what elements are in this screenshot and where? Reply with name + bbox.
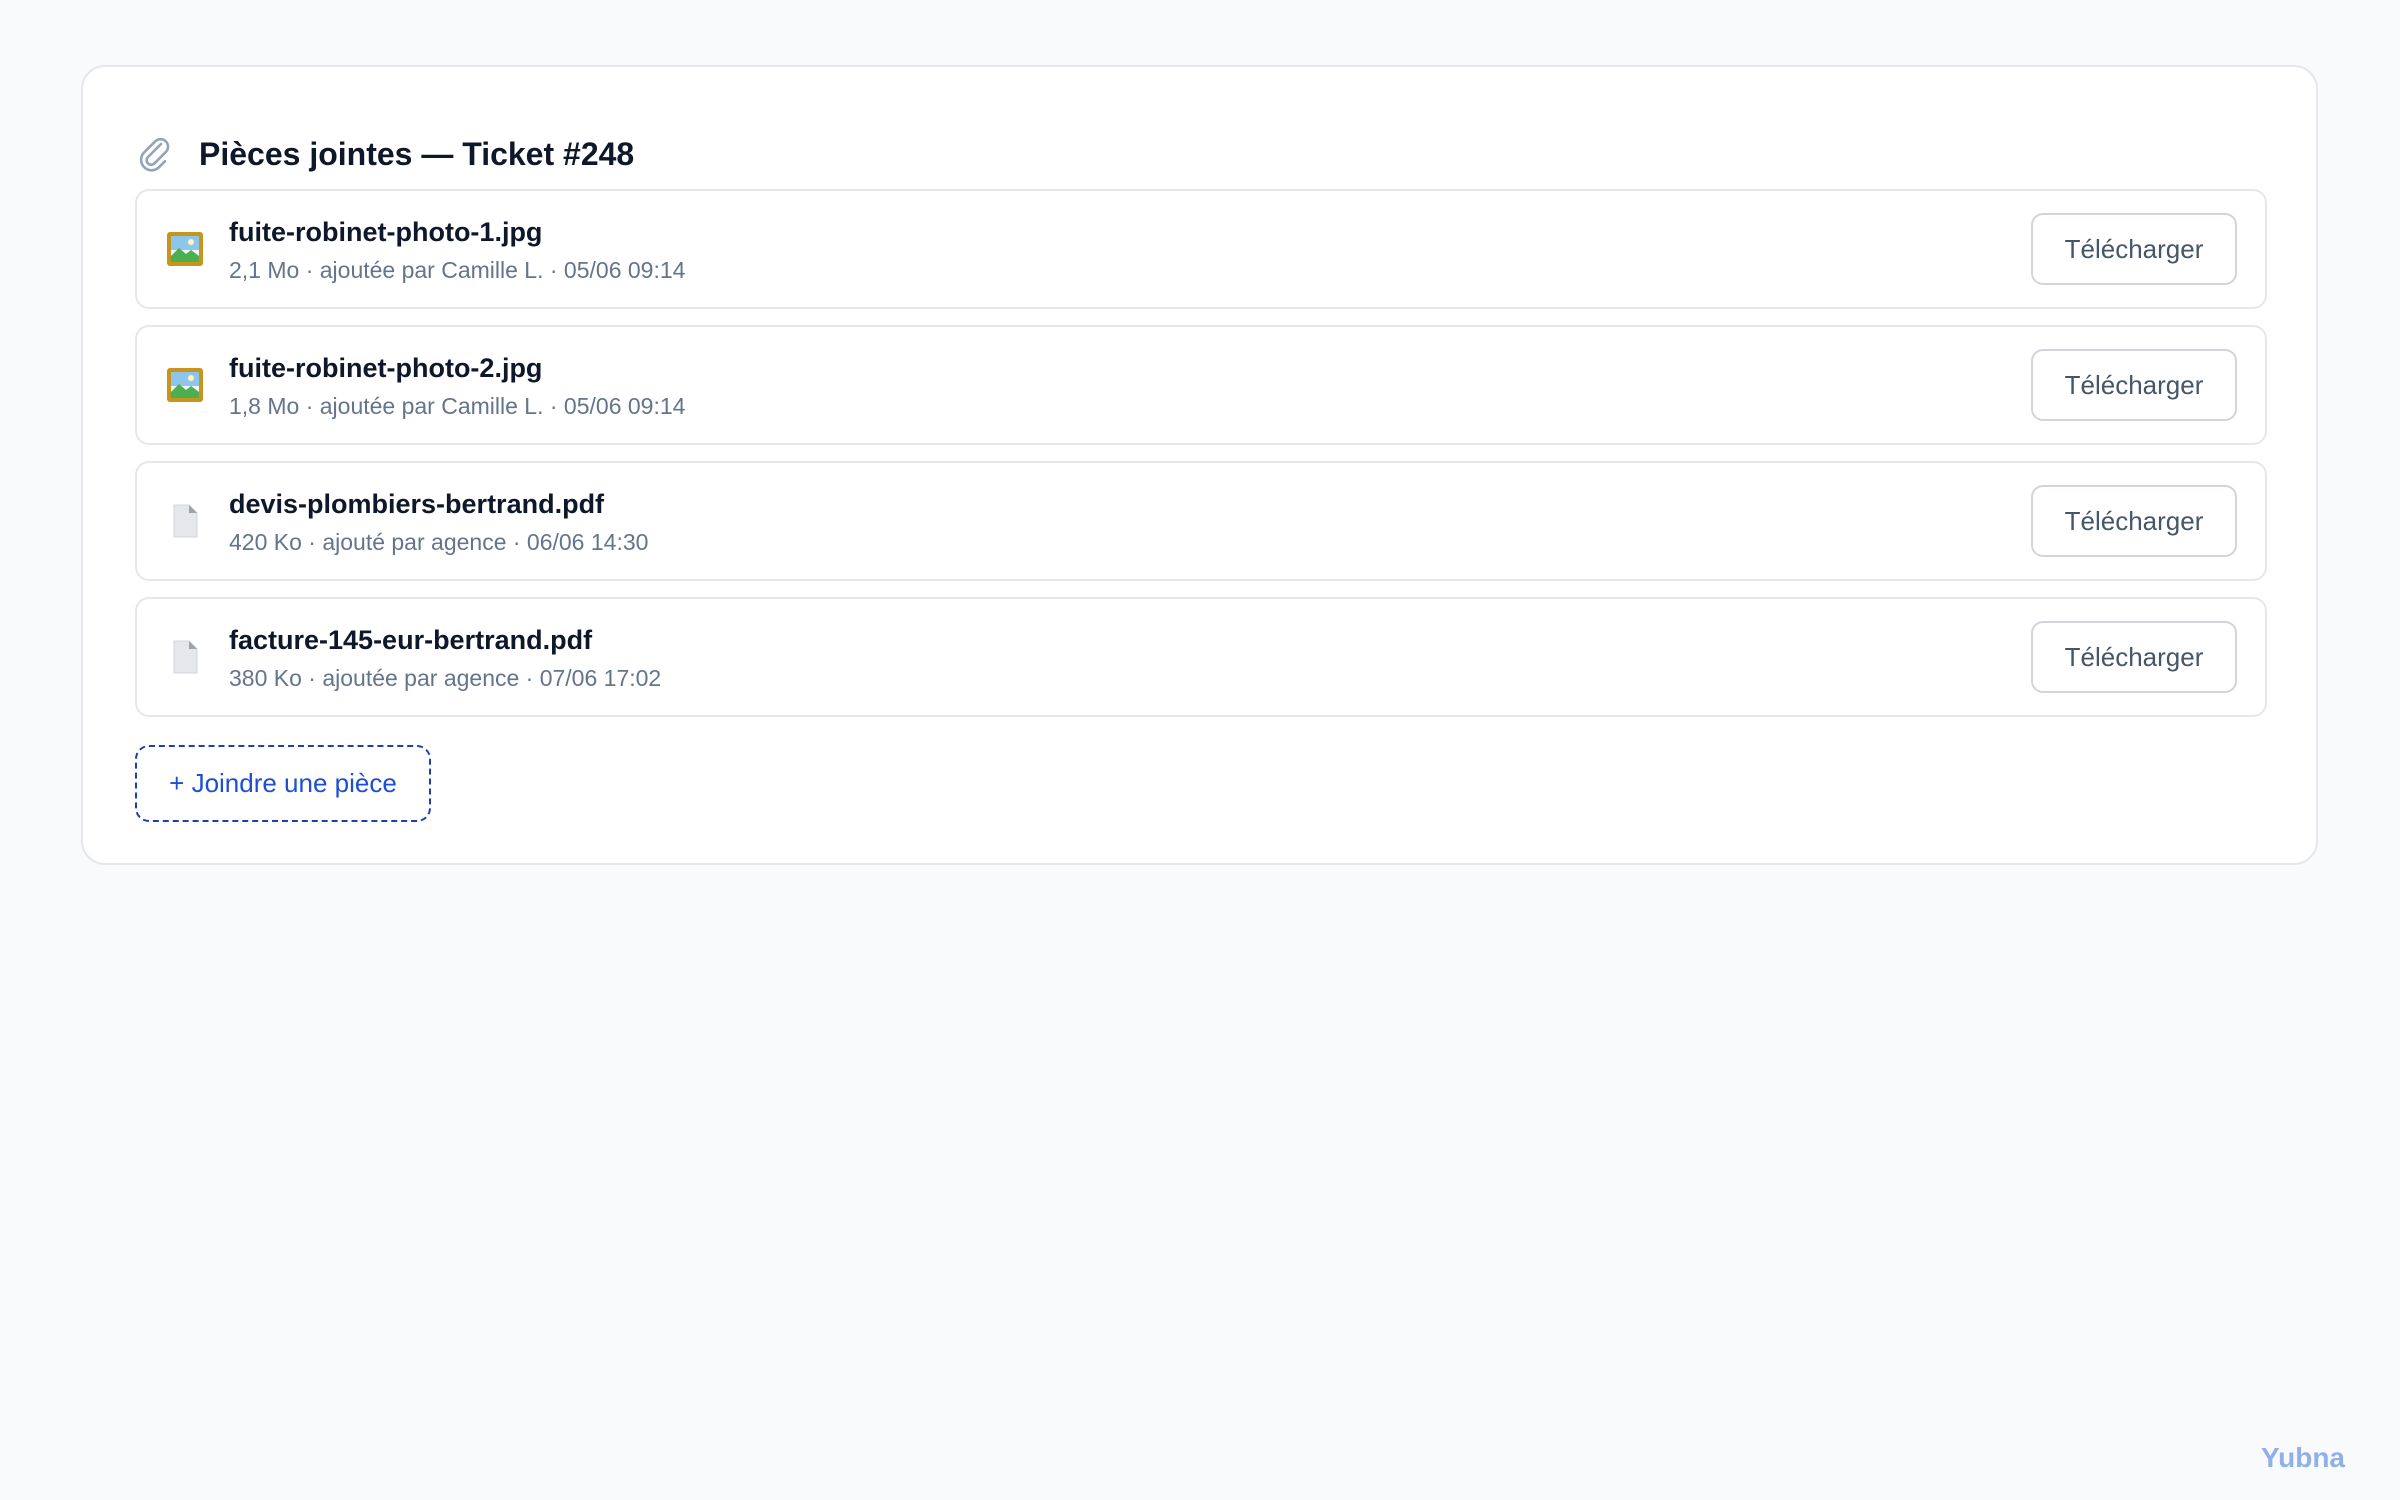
- file-meta: 1,8 Mo · ajoutée par Camille L. · 05/06 …: [229, 393, 686, 419]
- panel-title: Pièces jointes — Ticket #248: [199, 135, 635, 172]
- download-button[interactable]: Télécharger: [2031, 349, 2237, 421]
- image-icon: [165, 365, 205, 405]
- document-icon: [165, 637, 205, 677]
- file-name[interactable]: fuite-robinet-photo-2.jpg: [229, 353, 542, 384]
- file-meta: 380 Ko · ajoutée par agence · 07/06 17:0…: [229, 665, 662, 691]
- attachment-row: fuite-robinet-photo-2.jpg 1,8 Mo · ajout…: [135, 325, 2267, 445]
- document-icon: [165, 501, 205, 541]
- file-name[interactable]: fuite-robinet-photo-1.jpg: [229, 217, 542, 248]
- file-meta: 420 Ko · ajouté par agence · 06/06 14:30: [229, 529, 649, 555]
- download-button[interactable]: Télécharger: [2031, 621, 2237, 693]
- attachments-panel: Pièces jointes — Ticket #248 fuite-robin…: [81, 65, 2318, 865]
- download-button[interactable]: Télécharger: [2031, 213, 2237, 285]
- image-icon: [165, 229, 205, 269]
- file-name[interactable]: facture-145-eur-bertrand.pdf: [229, 625, 592, 656]
- download-button[interactable]: Télécharger: [2031, 485, 2237, 557]
- attachment-list: fuite-robinet-photo-1.jpg 2,1 Mo · ajout…: [135, 189, 2267, 733]
- paperclip-icon: [135, 134, 175, 174]
- attachment-row: devis-plombiers-bertrand.pdf 420 Ko · aj…: [135, 461, 2267, 581]
- panel-header: Pièces jointes — Ticket #248: [135, 119, 634, 189]
- attachment-row: facture-145-eur-bertrand.pdf 380 Ko · aj…: [135, 597, 2267, 717]
- file-name[interactable]: devis-plombiers-bertrand.pdf: [229, 489, 604, 520]
- attachment-row: fuite-robinet-photo-1.jpg 2,1 Mo · ajout…: [135, 189, 2267, 309]
- file-meta: 2,1 Mo · ajoutée par Camille L. · 05/06 …: [229, 257, 686, 283]
- attach-file-button[interactable]: + Joindre une pièce: [135, 745, 431, 822]
- brand-logo: Yubna: [2260, 1442, 2345, 1473]
